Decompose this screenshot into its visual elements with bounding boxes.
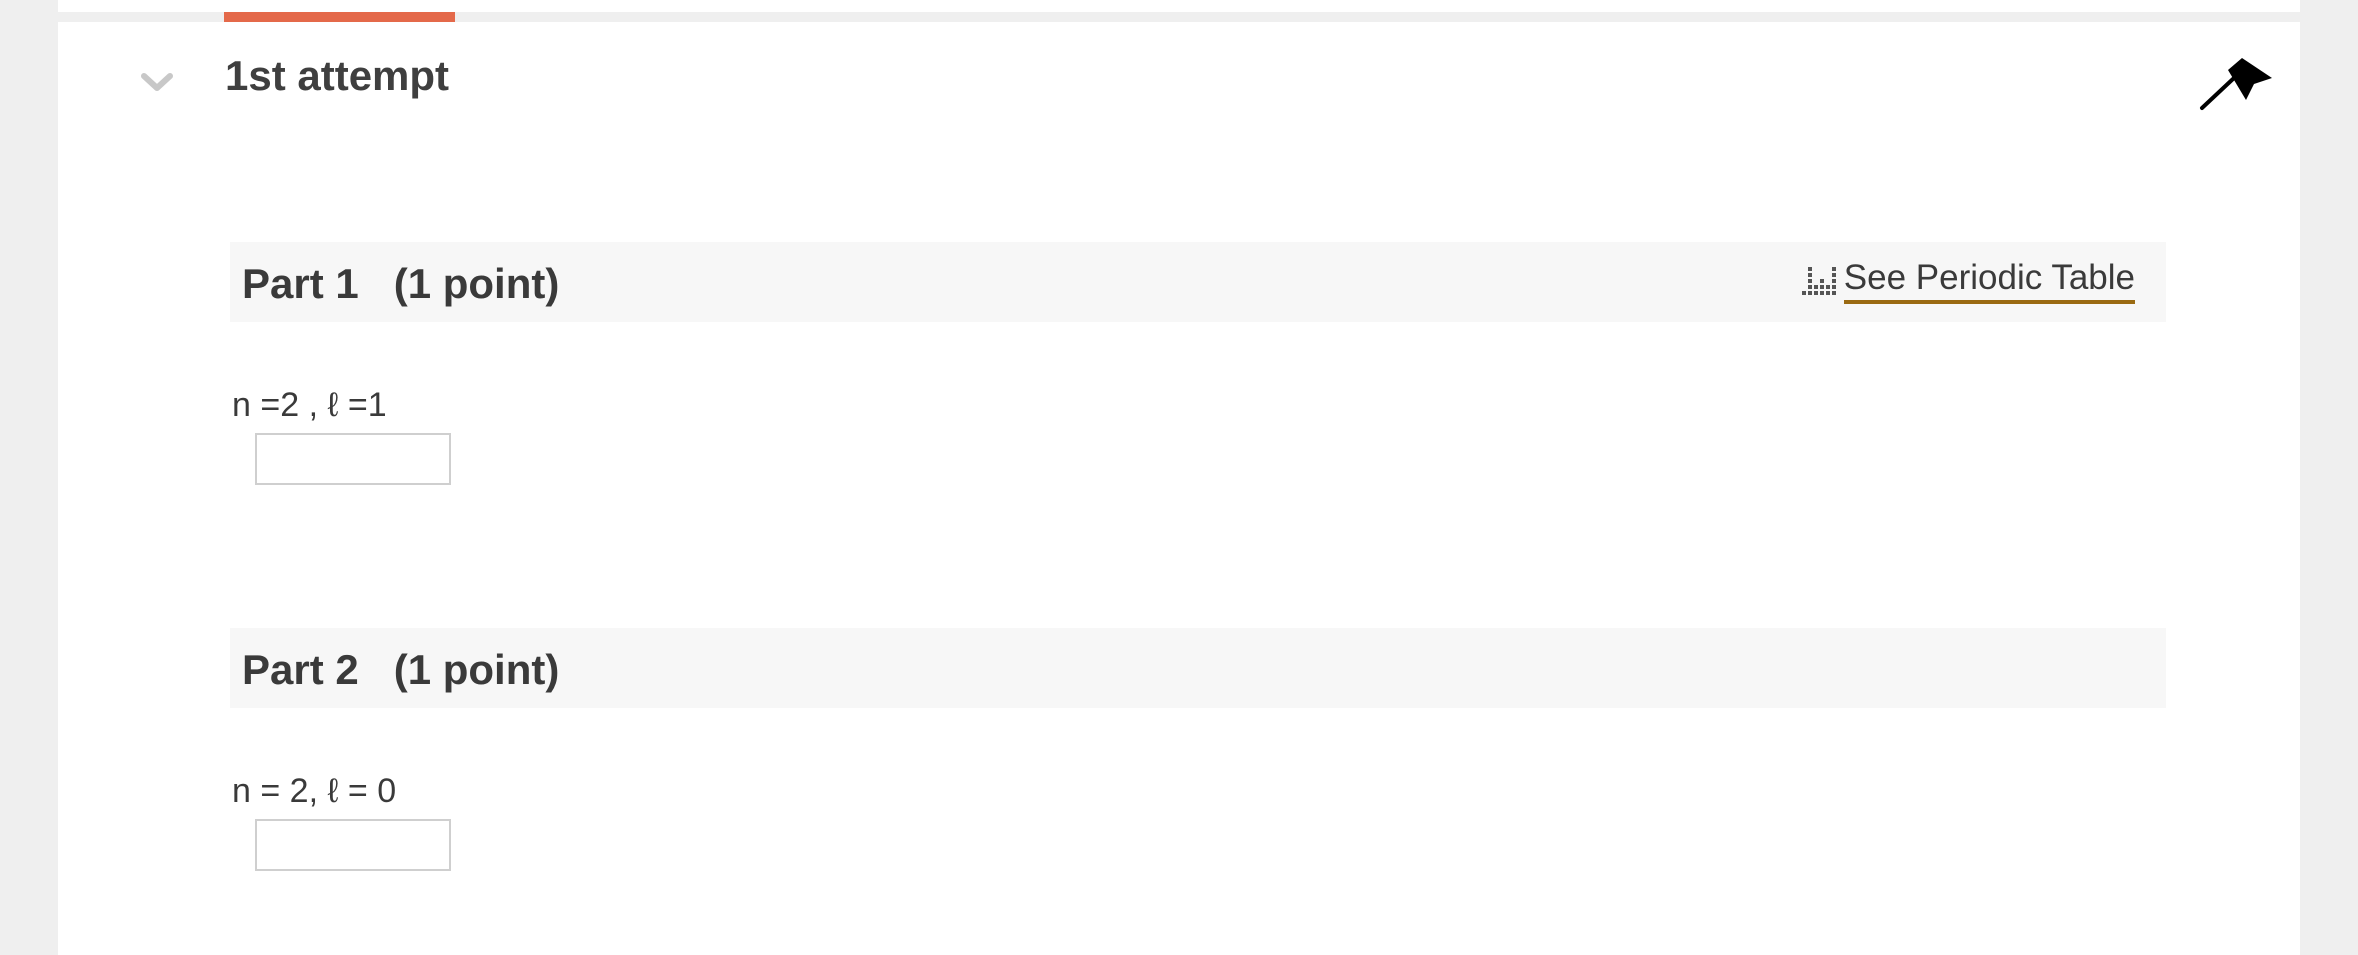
see-periodic-table-link[interactable]: See Periodic Table <box>1800 256 2135 306</box>
part-1-answer-input[interactable] <box>255 433 451 485</box>
part-2-title: Part 2 (1 point) <box>242 646 560 693</box>
part-2-header: Part 2 (1 point) <box>230 628 2166 708</box>
part-1-title: Part 1 (1 point) <box>242 260 560 307</box>
part-1-header: Part 1 (1 point) See Periodic Table <box>230 242 2166 322</box>
part-2-question: n = 2, ℓ = 0 <box>232 772 397 810</box>
top-area <box>58 0 2300 12</box>
part-2-answer-input[interactable] <box>255 819 451 871</box>
active-attempt-indicator <box>224 12 455 22</box>
chevron-down-icon[interactable] <box>140 70 174 94</box>
part-1-question: n =2 , ℓ =1 <box>232 386 387 424</box>
question-card <box>58 22 2300 955</box>
periodic-table-icon <box>1801 267 1836 295</box>
page: 1st attempt Part 1 (1 point) See Periodi… <box>0 0 2358 955</box>
see-periodic-table-label[interactable]: See Periodic Table <box>1843 258 2135 304</box>
flag-icon[interactable] <box>2198 56 2274 112</box>
attempt-title: 1st attempt <box>225 52 450 99</box>
